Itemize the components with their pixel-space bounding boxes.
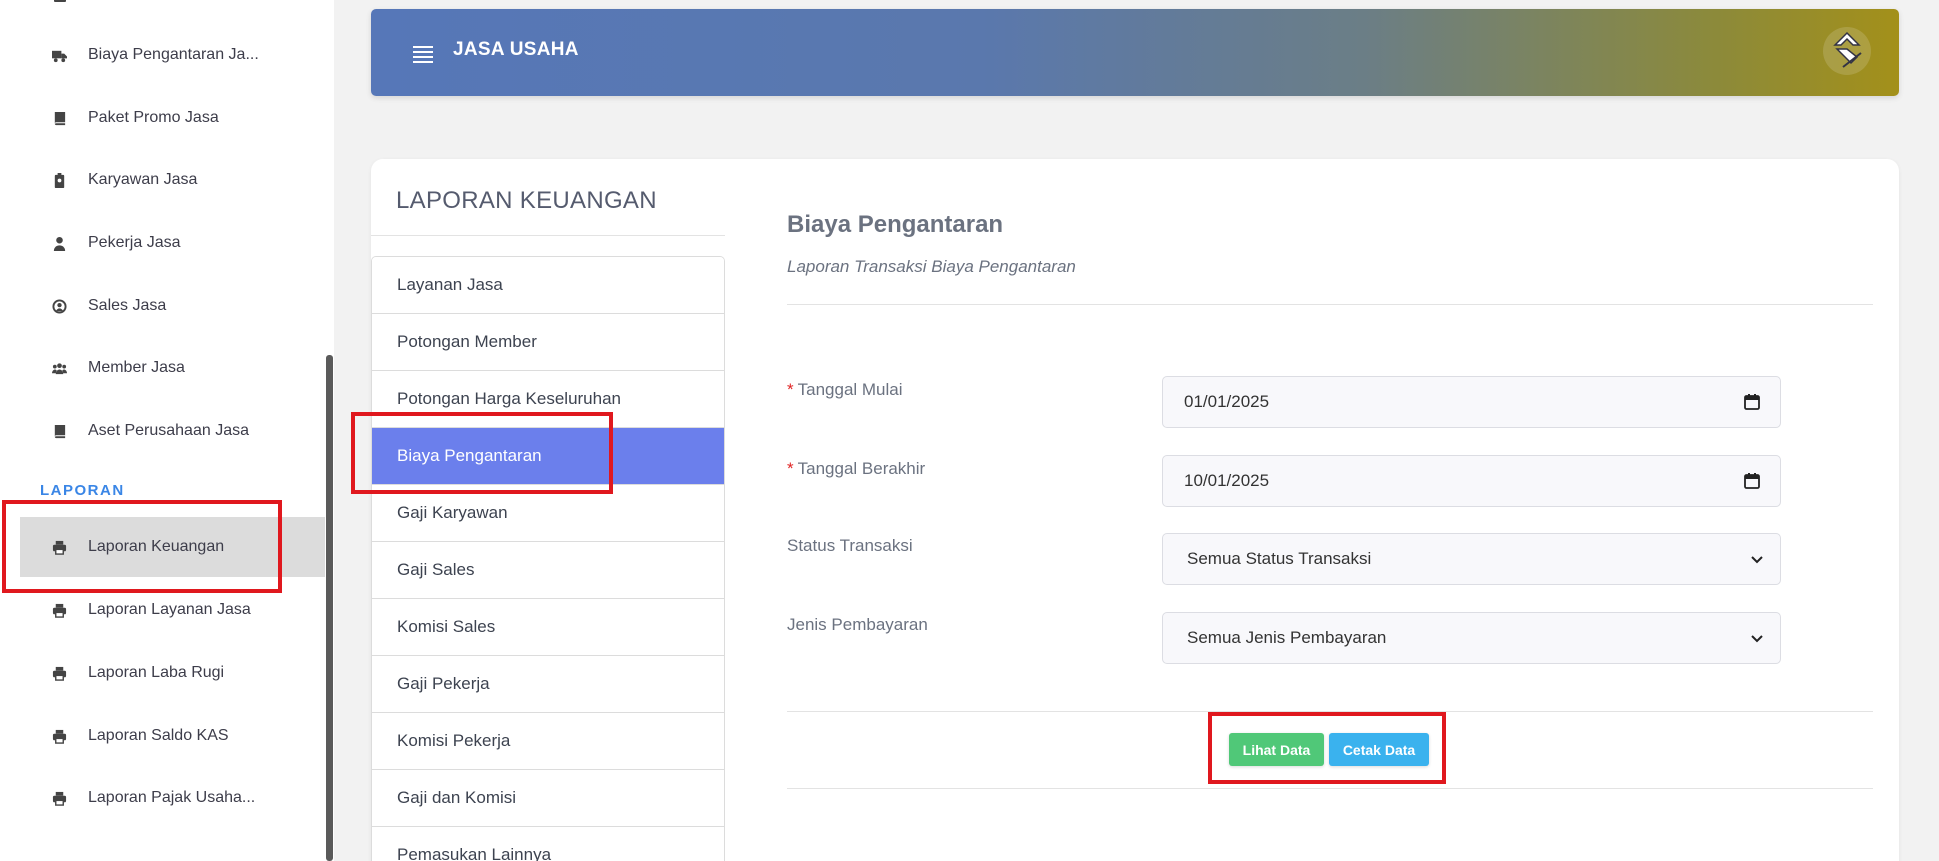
sidebar-item-karyawan[interactable]: Karyawan Jasa: [20, 150, 325, 210]
end-date-label-text: Tanggal Berakhir: [797, 459, 926, 478]
sidebar-item-paket-promo[interactable]: Paket Promo Jasa: [20, 88, 325, 148]
report-item-potongan-harga-keseluruhan[interactable]: Potongan Harga Keseluruhan: [372, 371, 724, 428]
sidebar-item-sales[interactable]: Sales Jasa: [20, 276, 325, 336]
app-title: JASA USAHA: [453, 39, 579, 60]
book-icon: [51, 423, 67, 439]
report-card: LAPORAN KEUANGAN Layanan Jasa Potongan M…: [371, 159, 1899, 861]
sidebar: Biaya Pengantaran Ja... Paket Promo Jasa…: [0, 0, 334, 861]
user-circle-icon: [51, 298, 67, 314]
report-item-gaji-dan-komisi[interactable]: Gaji dan Komisi: [372, 770, 724, 827]
required-mark: *: [787, 380, 794, 399]
divider: [787, 304, 1873, 305]
sidebar-item-label: Karyawan Jasa: [88, 171, 198, 188]
report-item-gaji-pekerja[interactable]: Gaji Pekerja: [372, 656, 724, 713]
report-item-biaya-pengantaran[interactable]: Biaya Pengantaran: [372, 428, 724, 485]
view-data-button[interactable]: Lihat Data: [1229, 733, 1324, 766]
sidebar-scrollbar[interactable]: [326, 355, 333, 861]
chevron-down-icon: [1748, 629, 1766, 647]
printer-icon: [51, 539, 67, 555]
print-data-button[interactable]: Cetak Data: [1329, 733, 1429, 766]
sidebar-item-biaya-pengantaran[interactable]: Biaya Pengantaran Ja...: [20, 25, 325, 85]
report-type-list: Layanan Jasa Potongan Member Potongan Ha…: [371, 256, 725, 861]
report-item-layanan-jasa[interactable]: Layanan Jasa: [372, 257, 724, 314]
end-date-input[interactable]: 10/01/2025: [1162, 455, 1781, 507]
printer-icon: [51, 665, 67, 681]
sidebar-item-label: Biaya Pengantaran Ja...: [88, 46, 259, 63]
printer-icon: [51, 790, 67, 806]
end-date-value: 10/01/2025: [1184, 471, 1270, 490]
report-item-komisi-pekerja[interactable]: Komisi Pekerja: [372, 713, 724, 770]
divider: [787, 788, 1873, 789]
sidebar-item-label: Paket Promo Jasa: [88, 109, 219, 126]
sidebar-item-label: Sales Jasa: [88, 297, 167, 314]
cut-off-icon: [52, 0, 68, 4]
status-select-value: Semua Status Transaksi: [1187, 549, 1372, 568]
sidebar-item-laporan-keuangan[interactable]: Laporan Keuangan: [20, 517, 325, 577]
sidebar-item-pekerja[interactable]: Pekerja Jasa: [20, 213, 325, 273]
sidebar-item-label: Laporan Laba Rugi: [88, 664, 225, 681]
divider: [371, 235, 725, 236]
calendar-icon[interactable]: [1743, 472, 1761, 490]
required-mark: *: [787, 459, 794, 478]
menu-toggle-icon[interactable]: [413, 46, 433, 63]
status-label: Status Transaksi: [787, 536, 913, 555]
payment-select[interactable]: Semua Jenis Pembayaran: [1162, 612, 1781, 664]
end-date-label: * Tanggal Berakhir: [787, 459, 925, 479]
start-date-label: * Tanggal Mulai: [787, 380, 903, 400]
truck-icon: [51, 47, 67, 63]
payment-label: Jenis Pembayaran: [787, 615, 928, 634]
company-logo[interactable]: [1821, 25, 1873, 77]
report-item-komisi-sales[interactable]: Komisi Sales: [372, 599, 724, 656]
user-icon: [51, 235, 67, 251]
sidebar-item-label: Member Jasa: [88, 359, 185, 376]
chevron-down-icon: [1748, 550, 1766, 568]
sidebar-item-laporan-layanan-jasa[interactable]: Laporan Layanan Jasa: [20, 580, 325, 640]
sidebar-item-label: Laporan Pajak Usaha...: [88, 789, 256, 806]
sidebar-item-aset[interactable]: Aset Perusahaan Jasa: [20, 401, 325, 461]
divider: [787, 711, 1873, 712]
sidebar-section-laporan: LAPORAN: [40, 482, 125, 499]
sidebar-item-member[interactable]: Member Jasa: [20, 338, 325, 398]
book-icon: [51, 110, 67, 126]
report-item-gaji-karyawan[interactable]: Gaji Karyawan: [372, 485, 724, 542]
top-header: JASA USAHA: [371, 9, 1899, 96]
printer-icon: [51, 728, 67, 744]
sidebar-item-laporan-saldo-kas[interactable]: Laporan Saldo KAS: [20, 706, 325, 766]
id-badge-icon: [51, 172, 67, 188]
users-icon: [51, 360, 67, 376]
sidebar-item-laporan-laba-rugi[interactable]: Laporan Laba Rugi: [20, 643, 325, 703]
sidebar-item-label: Laporan Layanan Jasa: [88, 601, 251, 618]
sidebar-item-label: Aset Perusahaan Jasa: [88, 422, 249, 439]
start-date-value: 01/01/2025: [1184, 392, 1270, 411]
start-date-label-text: Tanggal Mulai: [797, 380, 903, 399]
payment-select-value: Semua Jenis Pembayaran: [1187, 628, 1387, 647]
report-item-potongan-member[interactable]: Potongan Member: [372, 314, 724, 371]
card-title: LAPORAN KEUANGAN: [396, 187, 657, 214]
panel-subtitle: Laporan Transaksi Biaya Pengantaran: [787, 257, 1076, 276]
panel-title: Biaya Pengantaran: [787, 211, 1004, 238]
sidebar-item-label: Pekerja Jasa: [88, 234, 181, 251]
status-select[interactable]: Semua Status Transaksi: [1162, 533, 1781, 585]
start-date-input[interactable]: 01/01/2025: [1162, 376, 1781, 428]
report-item-gaji-sales[interactable]: Gaji Sales: [372, 542, 724, 599]
printer-icon: [51, 602, 67, 618]
sidebar-item-label: Laporan Saldo KAS: [88, 727, 229, 744]
sidebar-item-label: Laporan Keuangan: [88, 538, 225, 555]
sidebar-item-laporan-pajak-usaha[interactable]: Laporan Pajak Usaha...: [20, 768, 325, 828]
calendar-icon[interactable]: [1743, 393, 1761, 411]
report-item-pemasukan-lainnya[interactable]: Pemasukan Lainnya: [372, 827, 724, 861]
